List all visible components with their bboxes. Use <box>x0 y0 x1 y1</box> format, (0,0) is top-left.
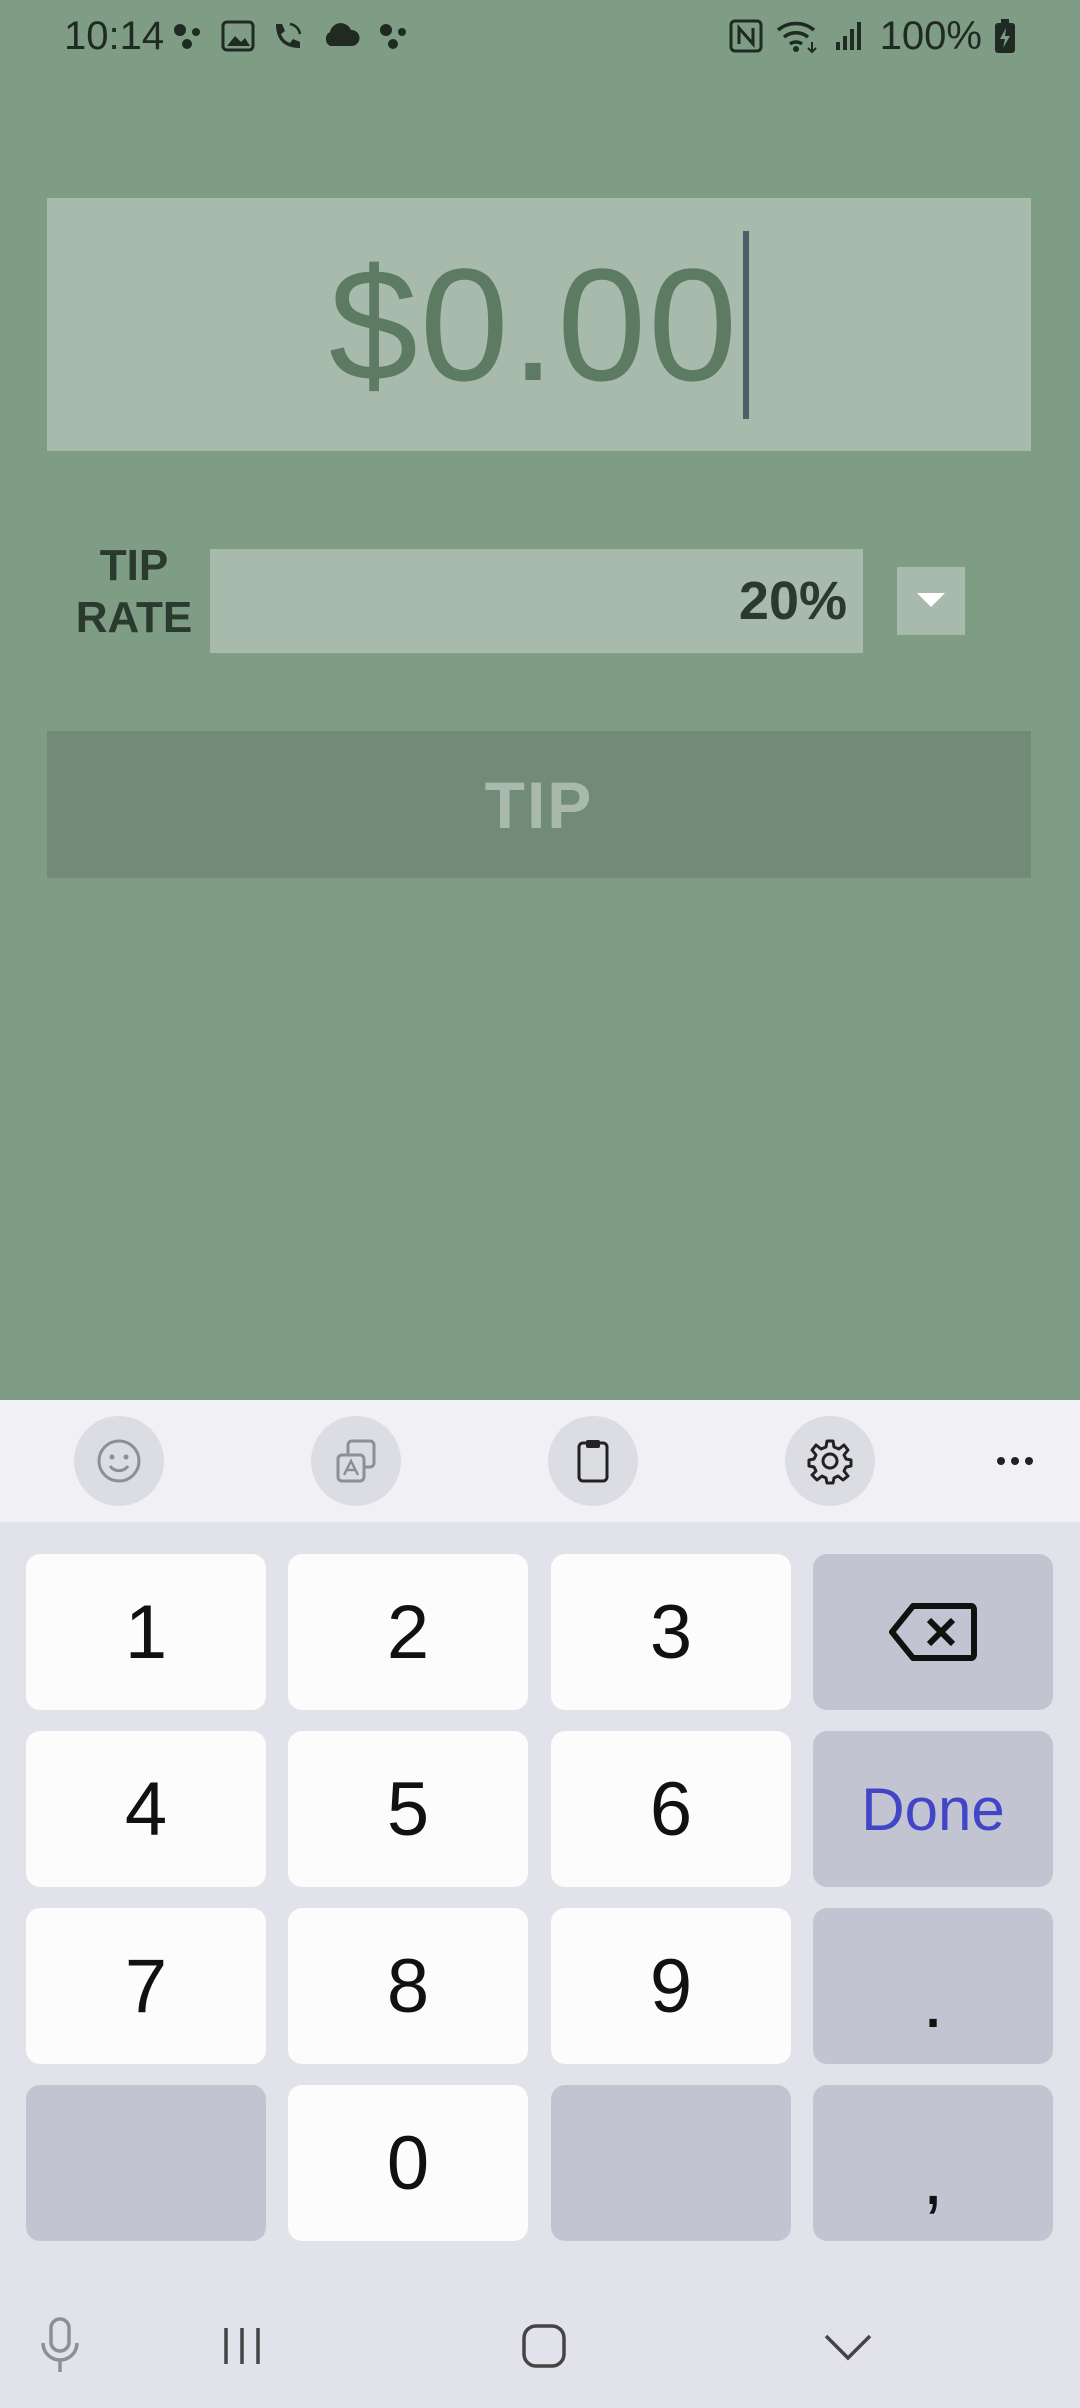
signal-icon <box>835 22 861 50</box>
voice-input-button[interactable] <box>30 2308 90 2384</box>
home-icon <box>522 2324 566 2368</box>
empty-key-middle <box>551 2085 791 2241</box>
key-5[interactable]: 5 <box>288 1731 528 1887</box>
translate-button[interactable] <box>311 1416 401 1506</box>
status-bar: 10:14 100% <box>0 0 1080 72</box>
key-2[interactable]: 2 <box>288 1554 528 1710</box>
notification-icons <box>170 16 412 56</box>
amount-display: $0.00 <box>47 198 1031 451</box>
tip-rate-dropdown-button[interactable] <box>897 567 965 635</box>
key-8[interactable]: 8 <box>288 1908 528 2064</box>
done-key[interactable]: Done <box>813 1731 1053 1887</box>
nfc-icon <box>729 19 763 53</box>
tip-button[interactable]: TIP <box>47 731 1031 878</box>
dropdown-arrow-icon <box>917 593 945 607</box>
numeric-keyboard: 1 2 3 4 5 6 Done 7 8 9 . 0 , <box>0 1400 1080 2408</box>
more-icon <box>997 1457 1005 1465</box>
clipboard-button[interactable] <box>548 1416 638 1506</box>
chevron-down-icon <box>824 2334 872 2361</box>
home-button[interactable] <box>512 2308 576 2384</box>
key-3[interactable]: 3 <box>551 1554 791 1710</box>
cloud-icon <box>325 23 360 46</box>
text-cursor <box>743 230 750 419</box>
tip-rate-label-line1: TIP <box>99 541 169 590</box>
emoji-icon <box>97 1439 141 1483</box>
empty-key-left <box>26 2085 266 2241</box>
status-right: 100% <box>728 12 1016 60</box>
amount-input[interactable]: $0.00 <box>47 198 1031 451</box>
gear-icon <box>807 1439 853 1485</box>
battery-charging-icon <box>995 19 1015 53</box>
more-icon-dot <box>1025 1457 1033 1465</box>
emoji-button[interactable] <box>74 1416 164 1506</box>
backspace-key[interactable] <box>813 1554 1053 1710</box>
period-key[interactable]: . <box>813 1908 1053 2064</box>
microphone-icon <box>41 2317 79 2372</box>
more-icon-dot <box>1011 1457 1019 1465</box>
gallery-icon <box>221 20 255 52</box>
assistant-dots-icon <box>174 24 200 49</box>
comma-key[interactable]: , <box>813 2085 1053 2241</box>
key-9[interactable]: 9 <box>551 1908 791 2064</box>
key-1[interactable]: 1 <box>26 1554 266 1710</box>
backspace-icon <box>889 1603 977 1661</box>
wifi-call-icon <box>276 22 302 48</box>
clipboard-icon <box>577 1440 609 1483</box>
tip-rate-value: 20% <box>738 571 847 631</box>
battery-percentage: 100% <box>879 14 982 58</box>
tip-rate-label: TIP RATE <box>70 540 198 644</box>
key-6[interactable]: 6 <box>551 1731 791 1887</box>
translate-icon <box>336 1439 376 1483</box>
amount-value: $0.00 <box>328 234 740 414</box>
tip-rate-select[interactable]: 20% <box>210 549 863 653</box>
key-4[interactable]: 4 <box>26 1731 266 1887</box>
keyboard-toolbar <box>0 1400 1080 1522</box>
tip-rate-label-line2: RATE <box>75 593 193 642</box>
settings-button[interactable] <box>785 1416 875 1506</box>
more-options-button[interactable] <box>985 1416 1045 1506</box>
recent-apps-icon <box>224 2328 260 2364</box>
navigation-bar <box>0 2284 1080 2408</box>
status-time: 10:14 <box>64 14 165 58</box>
recent-apps-button[interactable] <box>212 2308 272 2384</box>
key-7[interactable]: 7 <box>26 1908 266 2064</box>
hide-keyboard-button[interactable] <box>816 2308 880 2384</box>
key-0[interactable]: 0 <box>288 2085 528 2241</box>
wifi-icon <box>776 21 817 54</box>
assistant-dots-icon <box>380 24 406 49</box>
